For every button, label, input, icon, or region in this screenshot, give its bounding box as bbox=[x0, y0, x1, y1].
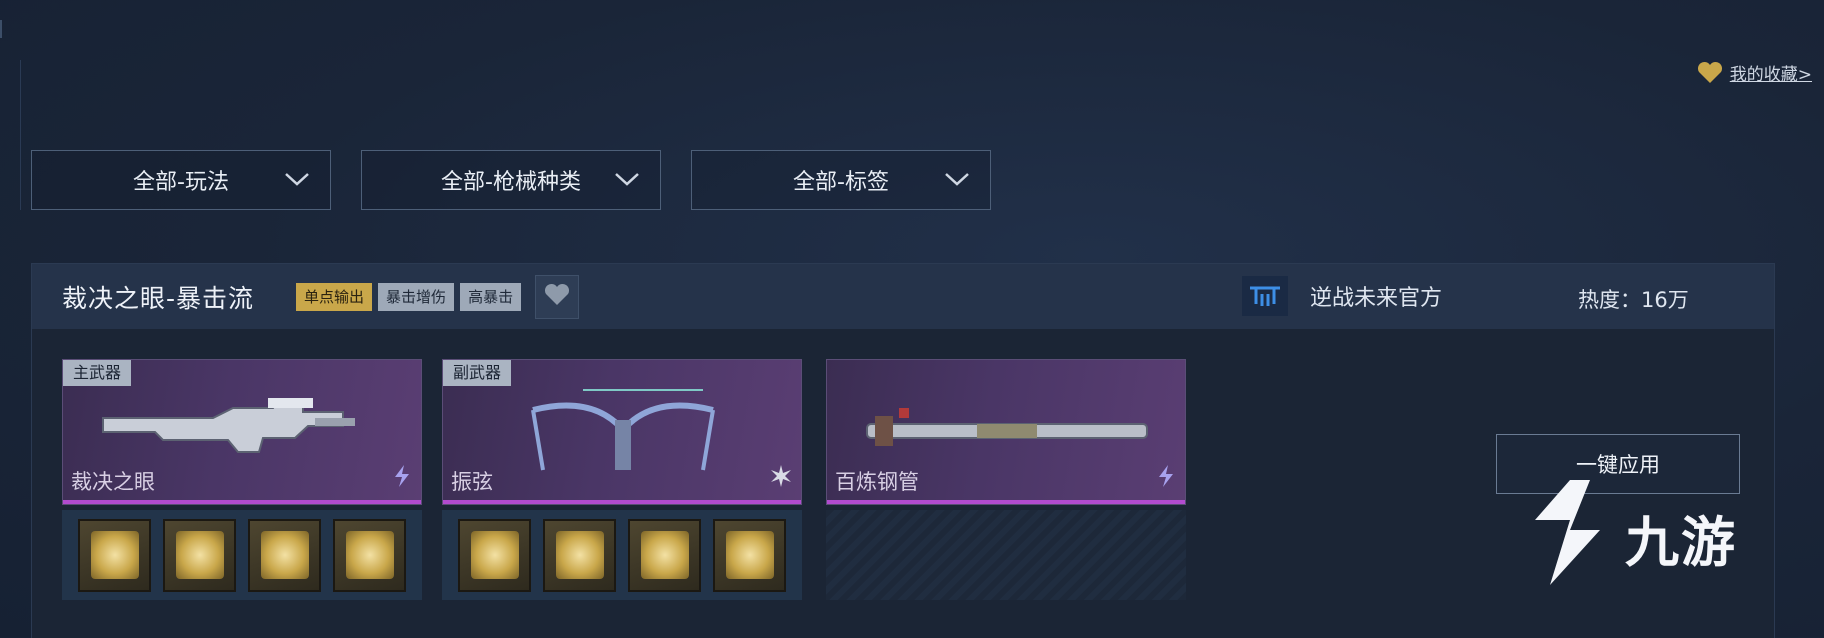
burst-icon bbox=[769, 464, 793, 492]
lightning-icon bbox=[391, 464, 413, 492]
weapon-name: 裁决之眼 bbox=[71, 470, 155, 494]
primary-mods-row bbox=[62, 510, 422, 600]
filter-label: 全部-枪械种类 bbox=[441, 170, 581, 195]
filter-bar: 全部-玩法 全部-枪械种类 全部-标签 bbox=[31, 150, 991, 210]
author-logo-icon bbox=[1242, 276, 1288, 316]
mod-slot[interactable] bbox=[78, 518, 151, 592]
mod-icon bbox=[725, 531, 774, 579]
heart-icon bbox=[543, 283, 571, 311]
mod-icon bbox=[470, 531, 519, 579]
heat-count: 热度：16万 bbox=[1578, 288, 1689, 312]
filter-weapon-type-dropdown[interactable]: 全部-枪械种类 bbox=[361, 150, 661, 210]
favorite-button[interactable] bbox=[535, 274, 580, 319]
corner-decoration bbox=[0, 20, 10, 38]
mod-icon bbox=[175, 531, 224, 579]
mod-icon bbox=[555, 531, 604, 579]
lightning-icon bbox=[1155, 464, 1177, 492]
watermark-text: 九游 bbox=[1625, 510, 1737, 574]
heart-icon bbox=[1696, 61, 1724, 85]
mod-icon bbox=[90, 531, 139, 579]
weapon-name: 振弦 bbox=[451, 470, 493, 494]
mod-slot[interactable] bbox=[628, 518, 701, 592]
melee-weapon-card[interactable]: 百炼钢管 bbox=[826, 359, 1186, 505]
filter-gameplay-dropdown[interactable]: 全部-玩法 bbox=[31, 150, 331, 210]
mod-slot[interactable] bbox=[458, 518, 531, 592]
slot-label: 副武器 bbox=[443, 360, 512, 386]
tag-badge: 单点输出 bbox=[296, 282, 373, 311]
author-info: 逆战未来官方 bbox=[1242, 276, 1442, 316]
weapon-name: 百炼钢管 bbox=[835, 470, 919, 494]
author-name: 逆战未来官方 bbox=[1310, 286, 1443, 311]
mod-icon bbox=[640, 531, 689, 579]
primary-weapon-card[interactable]: 主武器 裁决之眼 bbox=[62, 359, 422, 505]
empty-mods-area bbox=[826, 510, 1186, 600]
mod-slot[interactable] bbox=[163, 518, 236, 592]
build-tags: 单点输出 暴击增伤 高暴击 bbox=[296, 282, 522, 311]
build-title: 裁决之眼-暴击流 bbox=[62, 283, 255, 313]
mod-slot[interactable] bbox=[543, 518, 616, 592]
logo-icon bbox=[1515, 475, 1615, 599]
my-favorites-link[interactable]: 我的收藏> bbox=[1696, 60, 1812, 85]
mod-slot[interactable] bbox=[333, 518, 406, 592]
filter-label: 全部-标签 bbox=[793, 170, 889, 195]
watermark: 九游 bbox=[1515, 475, 1737, 599]
secondary-mods-row bbox=[442, 510, 802, 600]
chevron-down-icon bbox=[614, 169, 640, 195]
filter-tag-dropdown[interactable]: 全部-标签 bbox=[691, 150, 991, 210]
tag-badge: 暴击增伤 bbox=[378, 282, 455, 311]
chevron-down-icon bbox=[284, 169, 310, 195]
secondary-weapon-card[interactable]: 副武器 振弦 bbox=[442, 359, 802, 505]
mod-icon bbox=[345, 531, 394, 579]
mod-slot[interactable] bbox=[713, 518, 786, 592]
side-divider bbox=[20, 60, 21, 210]
slot-label: 主武器 bbox=[63, 360, 132, 386]
chevron-down-icon bbox=[944, 169, 970, 195]
mod-icon bbox=[260, 531, 309, 579]
tag-badge: 高暴击 bbox=[460, 282, 522, 311]
mod-slot[interactable] bbox=[248, 518, 321, 592]
build-header: 裁决之眼-暴击流 单点输出 暴击增伤 高暴击 逆战未来官方 热度：16万 bbox=[32, 264, 1774, 329]
favorites-label[interactable]: 我的收藏> bbox=[1730, 60, 1812, 85]
filter-label: 全部-玩法 bbox=[133, 170, 229, 195]
